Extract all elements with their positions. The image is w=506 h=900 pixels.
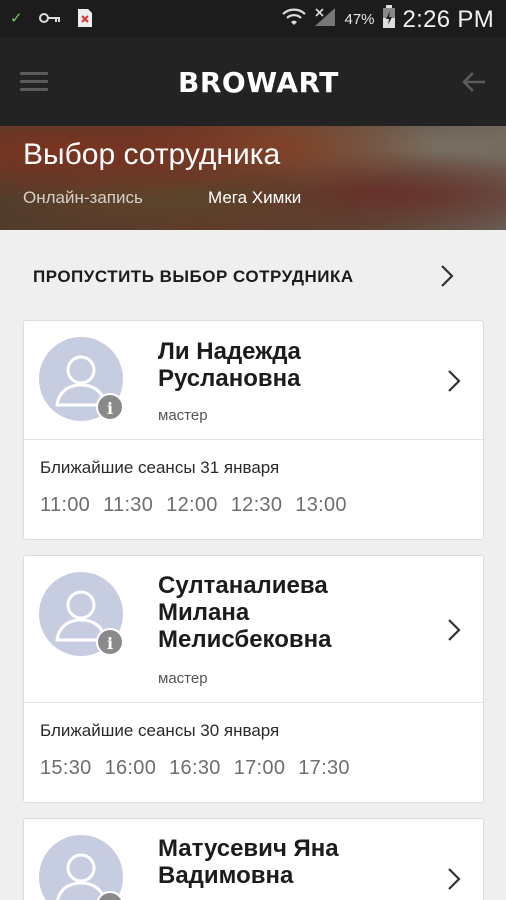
battery-icon	[382, 5, 396, 34]
battery-percent: 47%	[344, 11, 375, 28]
file-error-icon	[77, 8, 93, 28]
skip-employee-selection-button[interactable]: ПРОПУСТИТЬ ВЫБОР СОТРУДНИКА	[0, 230, 506, 322]
notification-icons: ✓	[10, 8, 93, 28]
employee-name: Матусевич Яна Вадимовна	[158, 835, 438, 889]
nearest-sessions-label: Ближайшие сеансы 30 января	[40, 721, 280, 740]
browart-logo: BROWART	[178, 62, 339, 102]
divider	[24, 702, 483, 703]
signal-icon	[313, 6, 337, 33]
divider	[24, 439, 483, 440]
check-icon: ✓	[10, 10, 23, 27]
employee-name-line: Матусевич Яна	[158, 835, 339, 862]
page-title: Выбор сотрудника	[23, 138, 281, 171]
time-slot[interactable]: 15:30	[40, 757, 92, 780]
employee-name: Ли Надежда Руслановна	[158, 338, 438, 392]
employee-role: мастер	[158, 670, 208, 687]
employee-name-line: Ли Надежда	[158, 338, 301, 365]
nearest-sessions-label: Ближайшие сеансы 31 января	[40, 458, 280, 477]
employee-name-line: Милана	[158, 599, 250, 626]
info-icon[interactable]: i	[96, 628, 124, 656]
time-slot[interactable]: 16:30	[169, 757, 221, 780]
employee-card[interactable]: i Ли Надежда Руслановна мастер Ближайшие…	[23, 320, 484, 540]
chevron-right-icon	[441, 265, 454, 287]
time-slot[interactable]: 16:00	[105, 757, 157, 780]
time-slots: 11:00 11:30 12:00 12:30 13:00	[40, 494, 347, 517]
time-slot[interactable]: 17:30	[298, 757, 350, 780]
chevron-right-icon	[448, 370, 461, 392]
breadcrumb-online-booking: Онлайн-запись	[23, 188, 143, 207]
skip-label: ПРОПУСТИТЬ ВЫБОР СОТРУДНИКА	[33, 267, 354, 286]
logo-text: BROWART	[178, 65, 339, 99]
chevron-right-icon	[448, 868, 461, 890]
clock: 2:26 PM	[402, 5, 494, 33]
chevron-right-icon	[448, 619, 461, 641]
employee-card[interactable]: i Матусевич Яна Вадимовна	[23, 818, 484, 900]
employee-name-line: Руслановна	[158, 365, 301, 392]
employee-name: Султаналиева Милана Мелисбековна	[158, 572, 438, 653]
time-slot[interactable]: 17:00	[234, 757, 286, 780]
time-slot[interactable]: 11:00	[40, 494, 90, 517]
wifi-icon	[282, 7, 307, 32]
info-icon[interactable]: i	[96, 393, 124, 421]
header-banner: Выбор сотрудника Онлайн-запись Мега Химк…	[0, 126, 506, 230]
app-bar: BROWART	[0, 38, 506, 126]
time-slot[interactable]: 12:30	[231, 494, 283, 517]
time-slot[interactable]: 13:00	[295, 494, 347, 517]
status-bar: ✓ 47% 2:26 PM	[0, 0, 506, 38]
time-slot[interactable]: 11:30	[103, 494, 153, 517]
time-slots: 15:30 16:00 16:30 17:00 17:30	[40, 757, 350, 780]
employee-card[interactable]: i Султаналиева Милана Мелисбековна масте…	[23, 555, 484, 803]
breadcrumb-location: Мега Химки	[208, 188, 302, 207]
menu-icon[interactable]	[20, 72, 48, 92]
employee-name-line: Вадимовна	[158, 862, 294, 889]
employee-role: мастер	[158, 407, 208, 424]
time-slot[interactable]: 12:00	[166, 494, 218, 517]
arrow-back-icon[interactable]	[460, 68, 488, 96]
employee-name-line: Султаналиева	[158, 572, 328, 599]
key-icon	[38, 12, 61, 24]
employee-name-line: Мелисбековна	[158, 626, 332, 653]
